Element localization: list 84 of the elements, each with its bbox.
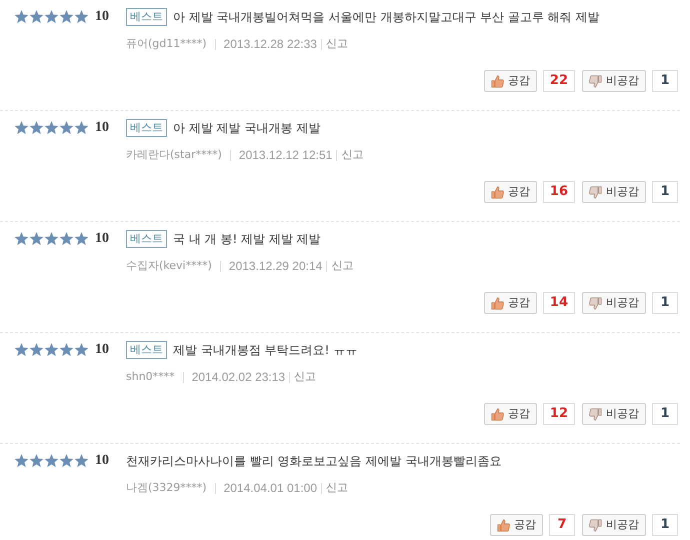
rating-score: 10 xyxy=(95,9,109,25)
best-badge: 베스트 xyxy=(126,340,167,358)
dislike-button[interactable]: 비공감 xyxy=(582,181,646,203)
star-icon xyxy=(59,343,74,357)
star-icon xyxy=(29,121,44,135)
like-button[interactable]: 공감 xyxy=(484,181,537,203)
star-icon xyxy=(74,10,89,24)
rating-score: 10 xyxy=(95,120,109,136)
star-icon xyxy=(44,232,59,246)
author-name: shn0**** xyxy=(126,368,175,385)
thumbs-up-icon xyxy=(490,186,504,198)
star-icon xyxy=(29,454,44,468)
rating-score: 10 xyxy=(95,342,109,358)
vote-count: 1 xyxy=(652,403,678,425)
star-icon xyxy=(14,121,29,135)
thumbs-down-icon xyxy=(589,408,602,420)
star-icon xyxy=(14,454,29,468)
star-icon xyxy=(29,343,44,357)
vote-count: 1 xyxy=(652,514,678,536)
review-date: 2013.12.29 20:14 xyxy=(228,258,322,275)
best-badge: 베스트 xyxy=(126,118,167,136)
star-icon xyxy=(59,121,74,135)
star-icon xyxy=(29,232,44,246)
review-text: 아 제발 국내개봉빌어쳐먹을 서울에만 개봉하지말고대구 부산 골고루 해줘 제발 xyxy=(173,8,600,26)
report-link[interactable]: 신고 xyxy=(326,36,348,52)
thumbs-up-icon xyxy=(490,74,504,88)
dislike-button[interactable]: 비공감 xyxy=(582,403,646,425)
like-button[interactable]: 공감 xyxy=(490,514,543,536)
review-text: 국 내 개 봉! 제발 제발 제발 xyxy=(173,230,321,248)
star-icon xyxy=(14,10,29,24)
thumbs-down-icon xyxy=(589,186,602,198)
thumbs-down-icon xyxy=(589,518,602,532)
review-text: 제발 국내개봉점 부탁드려요! ㅠㅠ xyxy=(173,342,358,358)
thumbs-up-icon xyxy=(490,408,504,420)
star-icon xyxy=(59,10,74,24)
review-text: 천재카리스마사나이를 빨리 영화로보고싶음 제에발 국내개봉빨리좀요 xyxy=(126,452,502,470)
star-icon xyxy=(74,343,89,357)
review-date: 2014.02.02 23:13 xyxy=(192,369,286,386)
star-icon xyxy=(14,343,29,357)
rating-score: 10 xyxy=(95,231,109,247)
review-date: 2014.04.01 01:00 xyxy=(224,480,317,497)
best-badge: 베스트 xyxy=(126,230,167,248)
thumbs-up-icon xyxy=(490,296,504,310)
best-badge: 베스트 xyxy=(126,8,167,26)
like-button[interactable]: 공감 xyxy=(484,403,537,425)
vote-count: 7 xyxy=(549,514,575,536)
vote-count: 14 xyxy=(542,292,575,314)
report-link[interactable]: 신고 xyxy=(294,368,316,386)
author-name: 퓨어(gd11****) xyxy=(126,36,207,52)
dislike-button[interactable]: 비공감 xyxy=(582,514,646,536)
review-text: 아 제발 제발 국내개봉 제발 xyxy=(173,120,320,136)
vote-count: 1 xyxy=(652,292,678,314)
thumbs-down-icon xyxy=(589,74,602,88)
report-link[interactable]: 신고 xyxy=(341,146,364,164)
dislike-button[interactable]: 비공감 xyxy=(582,292,646,314)
like-button[interactable]: 공감 xyxy=(484,70,537,92)
like-button[interactable]: 공감 xyxy=(484,292,537,314)
author-name: 수집자(kevi****) xyxy=(126,258,212,274)
vote-count: 12 xyxy=(542,403,575,425)
star-icon xyxy=(44,10,59,24)
rating-score: 10 xyxy=(95,453,109,469)
vote-count: 16 xyxy=(542,181,575,203)
star-icon xyxy=(44,454,59,468)
star-icon xyxy=(44,121,59,135)
report-link[interactable]: 신고 xyxy=(326,480,348,496)
star-icon xyxy=(14,232,29,246)
vote-count: 1 xyxy=(652,181,678,203)
star-icon xyxy=(44,343,59,357)
star-icon xyxy=(74,232,89,246)
star-icon xyxy=(74,454,89,468)
star-icon xyxy=(29,10,44,24)
vote-count: 22 xyxy=(542,70,575,92)
star-icon xyxy=(59,232,74,246)
report-link[interactable]: 신고 xyxy=(331,258,354,274)
star-icon xyxy=(74,121,89,135)
author-name: 나겜(3329****) xyxy=(126,480,207,496)
review-date: 2013.12.12 12:51 xyxy=(238,147,332,164)
thumbs-up-icon xyxy=(497,518,510,532)
review-date: 2013.12.28 22:33 xyxy=(224,36,317,53)
thumbs-down-icon xyxy=(589,296,602,310)
dislike-button[interactable]: 비공감 xyxy=(582,70,646,92)
vote-count: 1 xyxy=(652,70,678,92)
author-name: 카레란다(star****) xyxy=(126,146,222,163)
star-icon xyxy=(59,454,74,468)
